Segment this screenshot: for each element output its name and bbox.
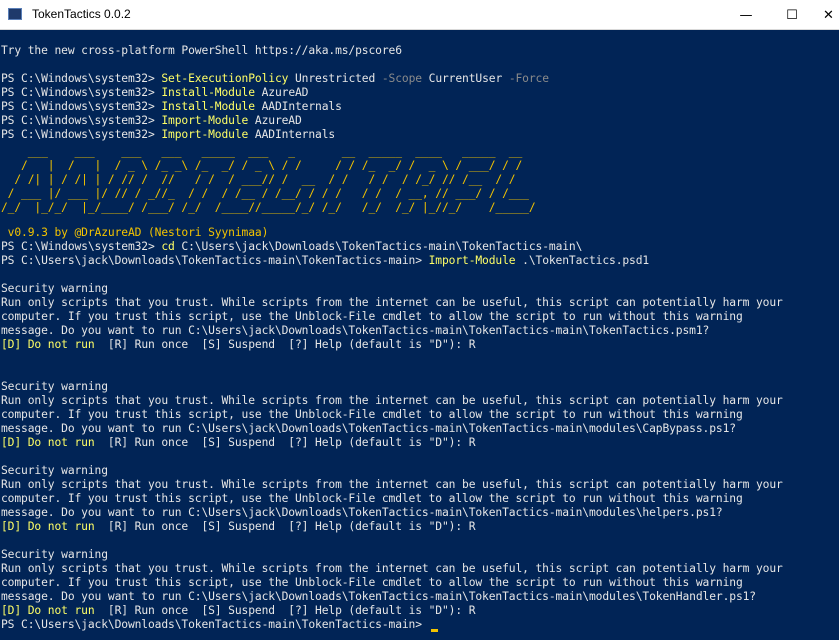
argument: Unrestricted — [288, 72, 382, 85]
warning-text: Run only scripts that you trust. While s… — [1, 562, 783, 575]
default-choice: [D] Do not run — [1, 338, 95, 351]
cmdlet: Set-ExecutionPolicy — [161, 72, 289, 85]
ascii-banner-line: ___ ___ ___ ___ _____ ___ _ __ _____ ___… — [1, 145, 523, 158]
argument: C:\Users\jack\Downloads\TokenTactics-mai… — [174, 240, 583, 253]
warning-text: computer. If you trust this script, use … — [1, 576, 743, 589]
argument: AADInternals — [248, 128, 336, 141]
version-line: v0.9.3 by @DrAzureAD (Nestori Syynimaa) — [1, 226, 269, 239]
parameter: -Force — [508, 72, 549, 85]
warning-text: Run only scripts that you trust. While s… — [1, 394, 783, 407]
choice-options: [R] Run once [S] Suspend [?] Help (defau… — [94, 520, 476, 533]
default-choice: [D] Do not run — [1, 604, 95, 617]
window-title: TokenTactics 0.0.2 — [32, 7, 131, 21]
maximize-button[interactable]: ☐ — [769, 0, 815, 30]
cmdlet: Import-Module — [428, 254, 516, 267]
parameter: -Scope — [381, 72, 422, 85]
ascii-banner-line: / /| | / /| | / // / // / / / ___// / __… — [1, 173, 516, 186]
cmdlet: cd — [161, 240, 175, 253]
cmdlet: Install-Module — [161, 86, 255, 99]
security-warning-heading: Security warning — [1, 380, 108, 393]
text-cursor — [430, 629, 438, 632]
prompt: PS C:\Windows\system32> — [1, 128, 162, 141]
warning-text: computer. If you trust this script, use … — [1, 310, 743, 323]
argument: AzureAD — [248, 114, 302, 127]
choice-options: [R] Run once [S] Suspend [?] Help (defau… — [94, 436, 476, 449]
prompt: PS C:\Windows\system32> — [1, 86, 162, 99]
warning-text: computer. If you trust this script, use … — [1, 492, 743, 505]
choice-line: [D] Do not run [R] Run once [S] Suspend … — [1, 436, 476, 450]
choice-line: [D] Do not run [R] Run once [S] Suspend … — [1, 520, 476, 534]
warning-text: message. Do you want to run C:\Users\jac… — [1, 506, 723, 519]
command-line: PS C:\Windows\system32> Install-Module A… — [1, 100, 342, 114]
command-line: PS C:\Users\jack\Downloads\TokenTactics-… — [1, 254, 649, 268]
cmdlet: Import-Module — [161, 128, 249, 141]
prompt: PS C:\Windows\system32> — [1, 72, 162, 85]
ascii-banner-line: / ___ |/ ___ |/ // / _//_ / / / /__ / /_… — [1, 187, 529, 200]
console-intro-line: Try the new cross-platform PowerShell ht… — [1, 44, 402, 57]
command-line: PS C:\Windows\system32> Import-Module AA… — [1, 128, 335, 142]
argument: .\TokenTactics.psd1 — [515, 254, 650, 267]
choice-line: [D] Do not run [R] Run once [S] Suspend … — [1, 338, 476, 352]
cmdlet: Install-Module — [161, 100, 255, 113]
close-button[interactable]: ✕ — [815, 0, 839, 30]
default-choice: [D] Do not run — [1, 520, 95, 533]
prompt: PS C:\Windows\system32> — [1, 100, 162, 113]
warning-text: computer. If you trust this script, use … — [1, 408, 743, 421]
warning-text: message. Do you want to run C:\Users\jac… — [1, 422, 736, 435]
choice-options: [R] Run once [S] Suspend [?] Help (defau… — [94, 338, 476, 351]
prompt: PS C:\Users\jack\Downloads\TokenTactics-… — [1, 618, 429, 631]
prompt: PS C:\Users\jack\Downloads\TokenTactics-… — [1, 254, 429, 267]
console-output[interactable]: Try the new cross-platform PowerShell ht… — [0, 30, 839, 640]
powershell-app-icon — [8, 8, 22, 20]
security-warning-heading: Security warning — [1, 282, 108, 295]
warning-text: Run only scripts that you trust. While s… — [1, 296, 783, 309]
choice-options: [R] Run once [S] Suspend [?] Help (defau… — [94, 604, 476, 617]
current-prompt-line[interactable]: PS C:\Users\jack\Downloads\TokenTactics-… — [1, 618, 438, 632]
argument: AADInternals — [254, 100, 342, 113]
minimize-button[interactable]: — — [723, 0, 769, 30]
title-bar: TokenTactics 0.0.2 — ☐ ✕ — [0, 0, 839, 30]
argument: AzureAD — [254, 86, 309, 99]
security-warning-heading: Security warning — [1, 548, 108, 561]
prompt: PS C:\Windows\system32> — [1, 240, 162, 253]
warning-text: message. Do you want to run C:\Users\jac… — [1, 324, 710, 337]
command-line: PS C:\Windows\system32> Install-Module A… — [1, 86, 308, 100]
ascii-banner-line: / | / | / _ \ /_ _\ /_ _/ / _ \ / / / / … — [1, 159, 523, 172]
security-warning-heading: Security warning — [1, 464, 108, 477]
choice-line: [D] Do not run [R] Run once [S] Suspend … — [1, 604, 476, 618]
argument: CurrentUser — [421, 72, 509, 85]
default-choice: [D] Do not run — [1, 436, 95, 449]
command-line: PS C:\Windows\system32> Import-Module Az… — [1, 114, 302, 128]
command-line: PS C:\Windows\system32> cd C:\Users\jack… — [1, 240, 582, 254]
cmdlet: Import-Module — [161, 114, 249, 127]
ascii-banner-line: /_/ |_/_/ |_/____/ /___/ /_/ /____//____… — [1, 201, 536, 214]
prompt: PS C:\Windows\system32> — [1, 114, 162, 127]
warning-text: message. Do you want to run C:\Users\jac… — [1, 590, 756, 603]
warning-text: Run only scripts that you trust. While s… — [1, 478, 783, 491]
command-line: PS C:\Windows\system32> Set-ExecutionPol… — [1, 72, 549, 86]
